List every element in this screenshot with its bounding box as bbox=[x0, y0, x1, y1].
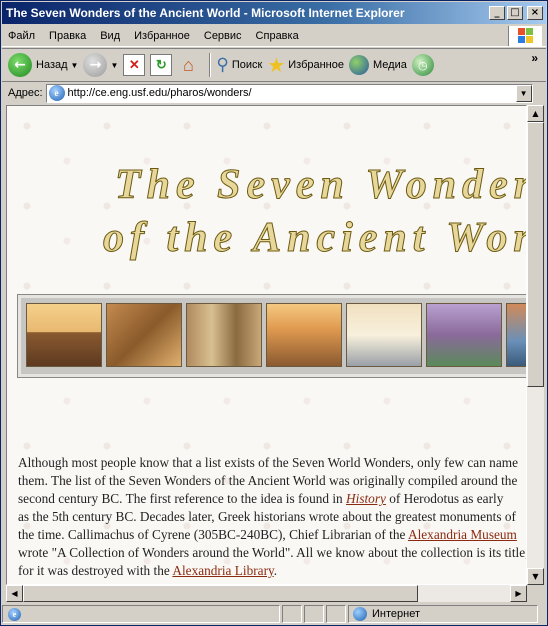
para-line: second century BC. The first reference t… bbox=[18, 490, 526, 508]
forward-button[interactable]: → ▼ bbox=[83, 53, 118, 77]
back-button[interactable]: ← Назад ▼ bbox=[8, 53, 78, 77]
wonder-thumbnail-colossus[interactable] bbox=[426, 303, 502, 367]
page-content: The Seven Wonders of the Ancient World A… bbox=[6, 105, 527, 585]
vertical-scroll-thumb[interactable] bbox=[527, 122, 544, 387]
wonders-image-strip bbox=[17, 294, 526, 378]
forward-dropdown-icon[interactable]: ▼ bbox=[110, 61, 118, 70]
stop-icon: ✕ bbox=[123, 54, 146, 76]
status-cell bbox=[304, 605, 324, 623]
back-dropdown-icon[interactable]: ▼ bbox=[71, 61, 79, 70]
menu-view[interactable]: Вид bbox=[100, 30, 120, 42]
menu-bar: Файл Правка Вид Избранное Сервис Справка bbox=[2, 25, 546, 47]
address-url[interactable]: http://ce.eng.usf.edu/pharos/wonders/ bbox=[68, 87, 516, 99]
horizontal-scroll-thumb[interactable] bbox=[23, 585, 418, 602]
favorites-label: Избранное bbox=[288, 59, 344, 71]
toolbar: ← Назад ▼ → ▼ ✕ ↻ ⌂ ⚲ Поиск ★ Избранное … bbox=[2, 48, 546, 82]
minimize-button[interactable]: _ bbox=[489, 6, 505, 20]
wonder-thumbnail-pyramid[interactable] bbox=[26, 303, 102, 367]
back-label: Назад bbox=[36, 59, 68, 71]
wonder-thumbnail-zeus[interactable] bbox=[186, 303, 262, 367]
maximize-button[interactable]: □ bbox=[507, 6, 523, 20]
window-title: The Seven Wonders of the Ancient World -… bbox=[6, 6, 405, 20]
search-label: Поиск bbox=[231, 59, 263, 71]
search-icon: ⚲ bbox=[216, 55, 229, 74]
address-dropdown-icon[interactable]: ▼ bbox=[515, 84, 532, 102]
media-button[interactable]: Медиа bbox=[349, 55, 407, 75]
status-cell bbox=[282, 605, 302, 623]
wonder-thumbnail-gardens[interactable] bbox=[106, 303, 182, 367]
para-text: of Herodotus as early bbox=[385, 491, 504, 506]
address-label: Адрес: bbox=[8, 87, 43, 99]
menu-tools[interactable]: Сервис bbox=[204, 30, 242, 42]
favorites-star-icon: ★ bbox=[267, 54, 286, 77]
internet-globe-icon bbox=[353, 607, 367, 621]
status-bar: e Интернет bbox=[2, 603, 546, 625]
status-cell bbox=[326, 605, 346, 623]
menu-favorites[interactable]: Избранное bbox=[134, 30, 190, 42]
para-text: . bbox=[273, 563, 278, 578]
home-icon: ⌂ bbox=[182, 54, 194, 75]
menu-edit[interactable]: Правка bbox=[49, 30, 86, 42]
history-icon: ◷ bbox=[411, 54, 434, 76]
media-icon bbox=[349, 55, 369, 75]
toolbar-more-icon[interactable]: » bbox=[531, 51, 538, 65]
wonder-thumbnail-lighthouse[interactable] bbox=[506, 303, 526, 367]
para-line: them. The list of the Seven Wonders of t… bbox=[18, 473, 518, 488]
zone-label: Интернет bbox=[372, 608, 420, 620]
scroll-down-button[interactable]: ▼ bbox=[527, 568, 544, 585]
horizontal-scrollbar[interactable]: ◀ ▶ bbox=[6, 585, 527, 602]
refresh-icon: ↻ bbox=[150, 54, 173, 76]
search-button[interactable]: ⚲ Поиск bbox=[216, 55, 262, 75]
para-text: second century BC. The first reference t… bbox=[18, 491, 347, 506]
page-heading-line2: of the Ancient World bbox=[102, 215, 526, 262]
favorites-button[interactable]: ★ Избранное bbox=[267, 53, 344, 78]
para-line: wrote "A Collection of Wonders around th… bbox=[18, 545, 527, 560]
intro-paragraph: Although most people know that a list ex… bbox=[18, 454, 527, 580]
para-text: for it was destroyed with the bbox=[18, 563, 173, 578]
scrollbar-corner bbox=[527, 585, 544, 602]
browser-window: The Seven Wonders of the Ancient World -… bbox=[0, 0, 548, 626]
status-text-cell: e bbox=[2, 605, 280, 623]
para-line: for it was destroyed with the Alexandria… bbox=[18, 562, 526, 580]
windows-logo-icon bbox=[508, 26, 542, 46]
forward-icon: → bbox=[83, 53, 108, 77]
back-icon: ← bbox=[8, 53, 32, 77]
stop-button[interactable]: ✕ bbox=[123, 54, 146, 76]
security-zone: Интернет bbox=[348, 605, 538, 623]
toolbar-separator bbox=[209, 53, 212, 77]
history-link[interactable]: History bbox=[346, 491, 386, 506]
scroll-right-button[interactable]: ▶ bbox=[510, 585, 527, 602]
address-input[interactable]: e http://ce.eng.usf.edu/pharos/wonders/ … bbox=[45, 83, 533, 103]
wonder-thumbnail-mausoleum[interactable] bbox=[346, 303, 422, 367]
page-icon: e bbox=[48, 85, 65, 101]
wonder-thumbnail-artemis[interactable] bbox=[266, 303, 342, 367]
scroll-up-button[interactable]: ▲ bbox=[527, 105, 544, 122]
title-bar[interactable]: The Seven Wonders of the Ancient World -… bbox=[2, 2, 546, 24]
para-line: the time. Callimachus of Cyrene (305BC-2… bbox=[18, 526, 526, 544]
menu-file[interactable]: Файл bbox=[8, 30, 35, 42]
history-button[interactable]: ◷ bbox=[411, 54, 434, 76]
scroll-left-button[interactable]: ◀ bbox=[6, 585, 23, 602]
close-button[interactable]: × bbox=[527, 6, 543, 20]
media-label: Медиа bbox=[373, 59, 407, 71]
para-text: the time. Callimachus of Cyrene (305BC-2… bbox=[18, 527, 408, 542]
para-line: as the 5th century BC. Decades later, Gr… bbox=[18, 509, 516, 524]
alexandria-library-link[interactable]: Alexandria Library bbox=[172, 563, 273, 578]
page-status-icon: e bbox=[8, 607, 21, 621]
vertical-scrollbar[interactable]: ▲ ▼ bbox=[527, 105, 544, 585]
home-button[interactable]: ⌂ bbox=[177, 54, 199, 76]
refresh-button[interactable]: ↻ bbox=[150, 54, 173, 76]
page-heading-line1: The Seven Wonders bbox=[114, 162, 527, 209]
address-bar: Адрес: e http://ce.eng.usf.edu/pharos/wo… bbox=[2, 82, 546, 104]
para-line: Although most people know that a list ex… bbox=[18, 455, 518, 470]
alexandria-museum-link[interactable]: Alexandria Museum bbox=[408, 527, 517, 542]
menu-help[interactable]: Справка bbox=[256, 30, 299, 42]
